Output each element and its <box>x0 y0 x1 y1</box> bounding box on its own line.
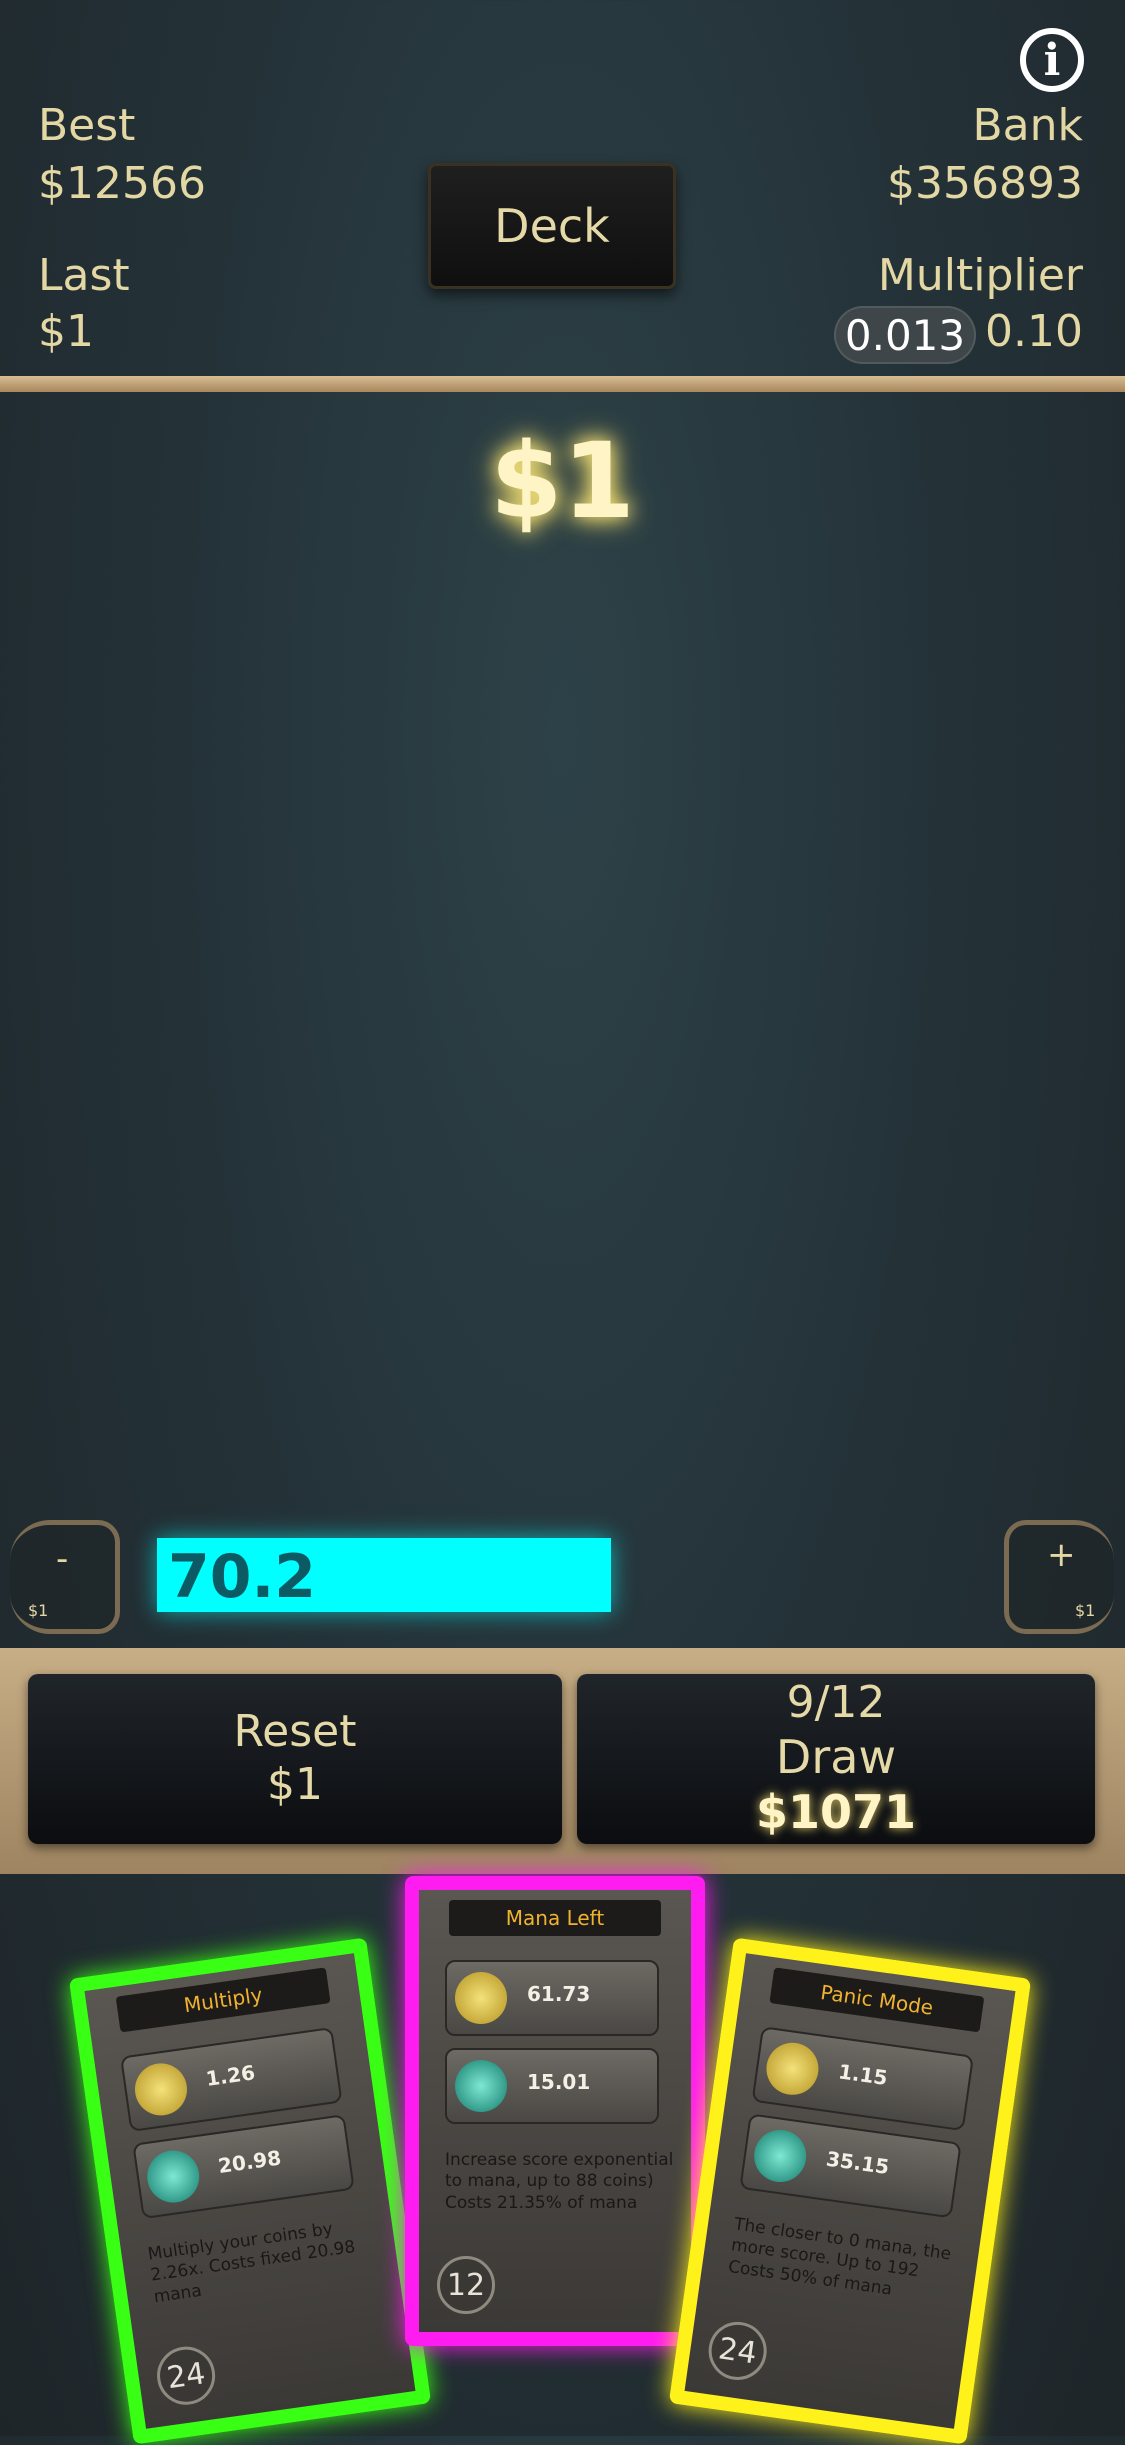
deck-button[interactable]: Deck <box>428 163 676 289</box>
card-coin-value: 1.26 <box>204 2060 257 2091</box>
last-value: $1 <box>38 306 94 357</box>
card-mana-value: 35.15 <box>824 2146 891 2180</box>
card-level-badge: 12 <box>437 2256 495 2314</box>
card-description: Multiply your coins by 2.26x. Costs fixe… <box>146 2218 357 2307</box>
mana-drop-icon <box>455 2060 507 2112</box>
multiplier-current-badge: 0.013 <box>834 306 976 364</box>
card-coin-value: 1.15 <box>836 2059 890 2090</box>
card-mana-row: 35.15 <box>739 2113 962 2219</box>
bank-label: Bank <box>972 100 1083 151</box>
card-mana-row: 20.98 <box>132 2114 355 2220</box>
coin-icon <box>455 1972 507 2024</box>
draw-label: Draw <box>775 1730 897 1785</box>
draw-button[interactable]: 9/12 Draw $1071 <box>577 1674 1095 1844</box>
card-title: Mana Left <box>449 1900 661 1936</box>
draw-cost: $1071 <box>755 1785 917 1840</box>
draw-count: 9/12 <box>786 1677 886 1729</box>
card-coin-row: 61.73 <box>445 1960 659 2036</box>
reset-cost: $1 <box>267 1759 323 1810</box>
coin-icon <box>763 2039 822 2099</box>
card-mana-left[interactable]: Mana Left 61.73 15.01 Increase score exp… <box>405 1876 705 2346</box>
mana-drop-icon <box>143 2147 203 2206</box>
reset-label: Reset <box>233 1706 357 1758</box>
card-multiply[interactable]: Multiply 1.26 20.98 Multiply your coins … <box>68 1937 432 2445</box>
card-description: The closer to 0 mana, the more score. Up… <box>726 2214 953 2300</box>
card-mana-value: 20.98 <box>216 2145 283 2179</box>
coin-icon <box>131 2060 191 2119</box>
card-coin-row: 1.15 <box>751 2026 975 2132</box>
multiplier-value: 0.10 <box>985 306 1083 357</box>
card-panic-mode[interactable]: Panic Mode 1.15 35.15 The closer to 0 ma… <box>668 1937 1032 2445</box>
last-label: Last <box>38 250 130 301</box>
card-mana-row: 15.01 <box>445 2048 659 2124</box>
top-divider <box>0 376 1125 392</box>
card-mana-value: 15.01 <box>527 2070 591 2094</box>
plus-icon: + <box>1047 1535 1076 1575</box>
bank-value: $356893 <box>887 158 1083 209</box>
minus-icon: - <box>56 1539 69 1579</box>
mana-increase-button[interactable]: + $1 <box>1004 1520 1114 1634</box>
mana-decrease-button[interactable]: - $1 <box>10 1520 120 1634</box>
mana-increase-cost: $1 <box>1075 1601 1096 1620</box>
card-title: Multiply <box>115 1967 331 2033</box>
card-coin-row: 1.26 <box>120 2026 343 2133</box>
multiplier-label: Multiplier <box>877 250 1083 301</box>
mana-decrease-cost: $1 <box>28 1601 49 1620</box>
card-level-badge: 24 <box>704 2318 771 2384</box>
mana-value: 70.2 <box>168 1542 317 1612</box>
best-value: $12566 <box>38 158 206 209</box>
info-icon[interactable]: i <box>1020 28 1084 92</box>
card-description: Increase score exponential to mana, up t… <box>445 2150 674 2213</box>
reset-button[interactable]: Reset $1 <box>28 1674 562 1844</box>
card-title: Panic Mode <box>769 1967 985 2033</box>
mana-drop-icon <box>750 2126 810 2186</box>
card-coin-value: 61.73 <box>527 1982 591 2006</box>
card-level-badge: 24 <box>153 2342 219 2409</box>
current-score: $1 <box>490 420 635 542</box>
best-label: Best <box>38 100 136 151</box>
